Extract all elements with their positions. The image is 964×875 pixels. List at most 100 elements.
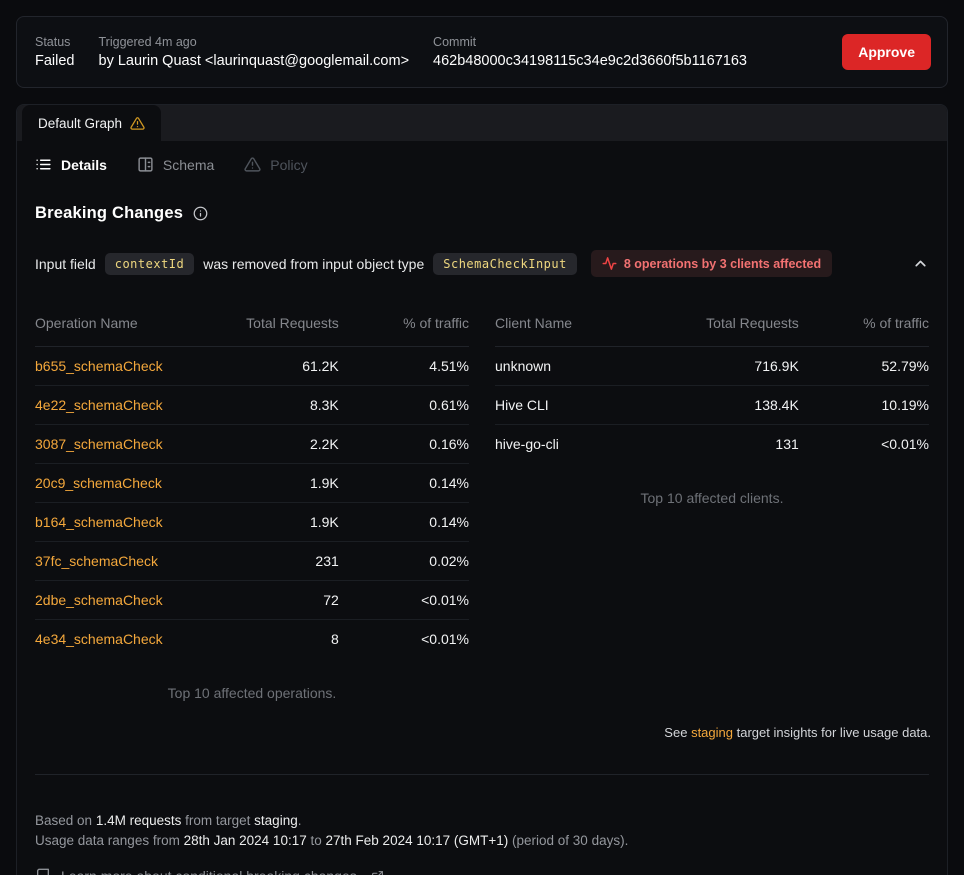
table-row: unknown 716.9K 52.79% <box>495 347 929 386</box>
operations-table: Operation Name Total Requests % of traff… <box>35 307 469 658</box>
affected-operations-label: 8 operations by 3 clients affected <box>624 257 821 271</box>
table-row: 4e22_schemaCheck 8.3K 0.61% <box>35 386 469 425</box>
schema-icon <box>137 156 154 173</box>
change-text-prefix: Input field <box>35 256 96 272</box>
schema-check-panel: Default Graph Details <box>16 104 948 875</box>
triggered-label: Triggered 4m ago <box>99 35 410 49</box>
operation-link[interactable]: 4e34_schemaCheck <box>35 631 163 647</box>
table-row: 37fc_schemaCheck 231 0.02% <box>35 542 469 581</box>
triggered-column: Triggered 4m ago by Laurin Quast <laurin… <box>99 35 410 69</box>
commit-hash: 462b48000c34198115c34e9c2d3660f5b1167163 <box>433 53 747 69</box>
usage-text: from target <box>185 813 250 828</box>
operation-requests: 8 <box>235 620 339 659</box>
breaking-changes-title: Breaking Changes <box>35 204 183 223</box>
operation-link[interactable]: b164_schemaCheck <box>35 514 163 530</box>
usage-text: Based on <box>35 813 92 828</box>
warning-triangle-icon <box>244 156 261 173</box>
tab-policy-label: Policy <box>270 157 307 173</box>
insights-note-prefix: See <box>664 725 687 740</box>
activity-pulse-icon <box>602 256 617 271</box>
operation-requests: 61.2K <box>235 347 339 386</box>
book-icon <box>35 868 51 875</box>
client-traffic: <0.01% <box>799 425 929 464</box>
clients-header-traffic: % of traffic <box>799 307 929 347</box>
client-requests: 138.4K <box>695 386 799 425</box>
commit-column: Commit 462b48000c34198115c34e9c2d3660f5b… <box>433 35 747 69</box>
tab-default-graph[interactable]: Default Graph <box>22 105 161 141</box>
warning-triangle-icon <box>130 116 145 131</box>
operation-requests: 2.2K <box>235 425 339 464</box>
operation-traffic: <0.01% <box>339 620 469 659</box>
check-nav-tabs: Details Schema Policy <box>17 141 947 180</box>
table-row: b655_schemaCheck 61.2K 4.51% <box>35 347 469 386</box>
operation-requests: 1.9K <box>235 503 339 542</box>
tab-schema[interactable]: Schema <box>137 156 214 173</box>
client-name: unknown <box>495 347 695 386</box>
triggered-by: by Laurin Quast <laurinquast@googlemail.… <box>99 53 410 69</box>
graph-tab-strip: Default Graph <box>17 105 947 141</box>
operations-header-traffic: % of traffic <box>339 307 469 347</box>
approve-button[interactable]: Approve <box>842 34 931 70</box>
clients-table-container: Client Name Total Requests % of traffic … <box>495 307 929 506</box>
status-value: Failed <box>35 53 75 69</box>
field-code-badge: contextId <box>105 253 195 275</box>
breaking-change-row[interactable]: Input field contextId was removed from i… <box>35 250 929 277</box>
graph-tab-label: Default Graph <box>38 116 122 131</box>
external-link-icon <box>371 870 384 875</box>
operation-link[interactable]: 2dbe_schemaCheck <box>35 592 163 608</box>
operations-header-requests: Total Requests <box>235 307 339 347</box>
usage-text: . <box>298 813 302 828</box>
client-requests: 716.9K <box>695 347 799 386</box>
operation-traffic: 0.14% <box>339 503 469 542</box>
table-row: 4e34_schemaCheck 8 <0.01% <box>35 620 469 659</box>
commit-label: Commit <box>433 35 747 49</box>
operations-caption: Top 10 affected operations. <box>35 685 469 701</box>
operation-traffic: 0.61% <box>339 386 469 425</box>
learn-more-link[interactable]: Learn more about conditional breaking ch… <box>35 868 929 875</box>
usage-range-start: 28th Jan 2024 10:17 <box>184 833 307 848</box>
operation-link[interactable]: 3087_schemaCheck <box>35 436 163 452</box>
tab-policy[interactable]: Policy <box>244 156 307 173</box>
operation-traffic: 0.16% <box>339 425 469 464</box>
usage-summary: Based on 1.4M requests from target stagi… <box>35 811 929 851</box>
tab-details-label: Details <box>61 157 107 173</box>
usage-text: to <box>310 833 321 848</box>
table-row: 20c9_schemaCheck 1.9K 0.14% <box>35 464 469 503</box>
client-requests: 131 <box>695 425 799 464</box>
tab-details[interactable]: Details <box>35 156 107 173</box>
usage-request-count: 1.4M requests <box>96 813 182 828</box>
usage-text: (period of 30 days). <box>512 833 628 848</box>
table-row: Hive CLI 138.4K 10.19% <box>495 386 929 425</box>
affected-operations-badge: 8 operations by 3 clients affected <box>591 250 832 277</box>
footer-divider <box>35 774 929 775</box>
clients-header-name: Client Name <box>495 307 695 347</box>
operation-requests: 231 <box>235 542 339 581</box>
operations-header-name: Operation Name <box>35 307 235 347</box>
status-column: Status Failed <box>35 35 75 69</box>
client-name: hive-go-cli <box>495 425 695 464</box>
operation-link[interactable]: b655_schemaCheck <box>35 358 163 374</box>
clients-header-requests: Total Requests <box>695 307 799 347</box>
operation-link[interactable]: 4e22_schemaCheck <box>35 397 163 413</box>
affected-tables: Operation Name Total Requests % of traff… <box>35 307 929 701</box>
usage-summary-line2: Usage data ranges from 28th Jan 2024 10:… <box>35 831 929 851</box>
staging-insights-link[interactable]: staging <box>691 725 733 740</box>
breaking-changes-header: Breaking Changes <box>35 204 929 223</box>
insights-note: See staging target insights for live usa… <box>33 725 931 740</box>
usage-target-name: staging <box>254 813 298 828</box>
change-text-middle: was removed from input object type <box>203 256 424 272</box>
usage-text: Usage data ranges from <box>35 833 180 848</box>
insights-note-suffix: target insights for live usage data. <box>737 725 931 740</box>
table-row: 2dbe_schemaCheck 72 <0.01% <box>35 581 469 620</box>
operation-link[interactable]: 37fc_schemaCheck <box>35 553 158 569</box>
check-summary-card: Status Failed Triggered 4m ago by Laurin… <box>16 16 948 88</box>
client-traffic: 10.19% <box>799 386 929 425</box>
usage-summary-line1: Based on 1.4M requests from target stagi… <box>35 811 929 831</box>
usage-range-end: 27th Feb 2024 10:17 (GMT+1) <box>326 833 509 848</box>
chevron-up-icon[interactable] <box>912 255 929 272</box>
info-icon[interactable] <box>193 206 208 221</box>
operation-link[interactable]: 20c9_schemaCheck <box>35 475 162 491</box>
operation-traffic: 0.02% <box>339 542 469 581</box>
client-name: Hive CLI <box>495 386 695 425</box>
operation-traffic: 0.14% <box>339 464 469 503</box>
